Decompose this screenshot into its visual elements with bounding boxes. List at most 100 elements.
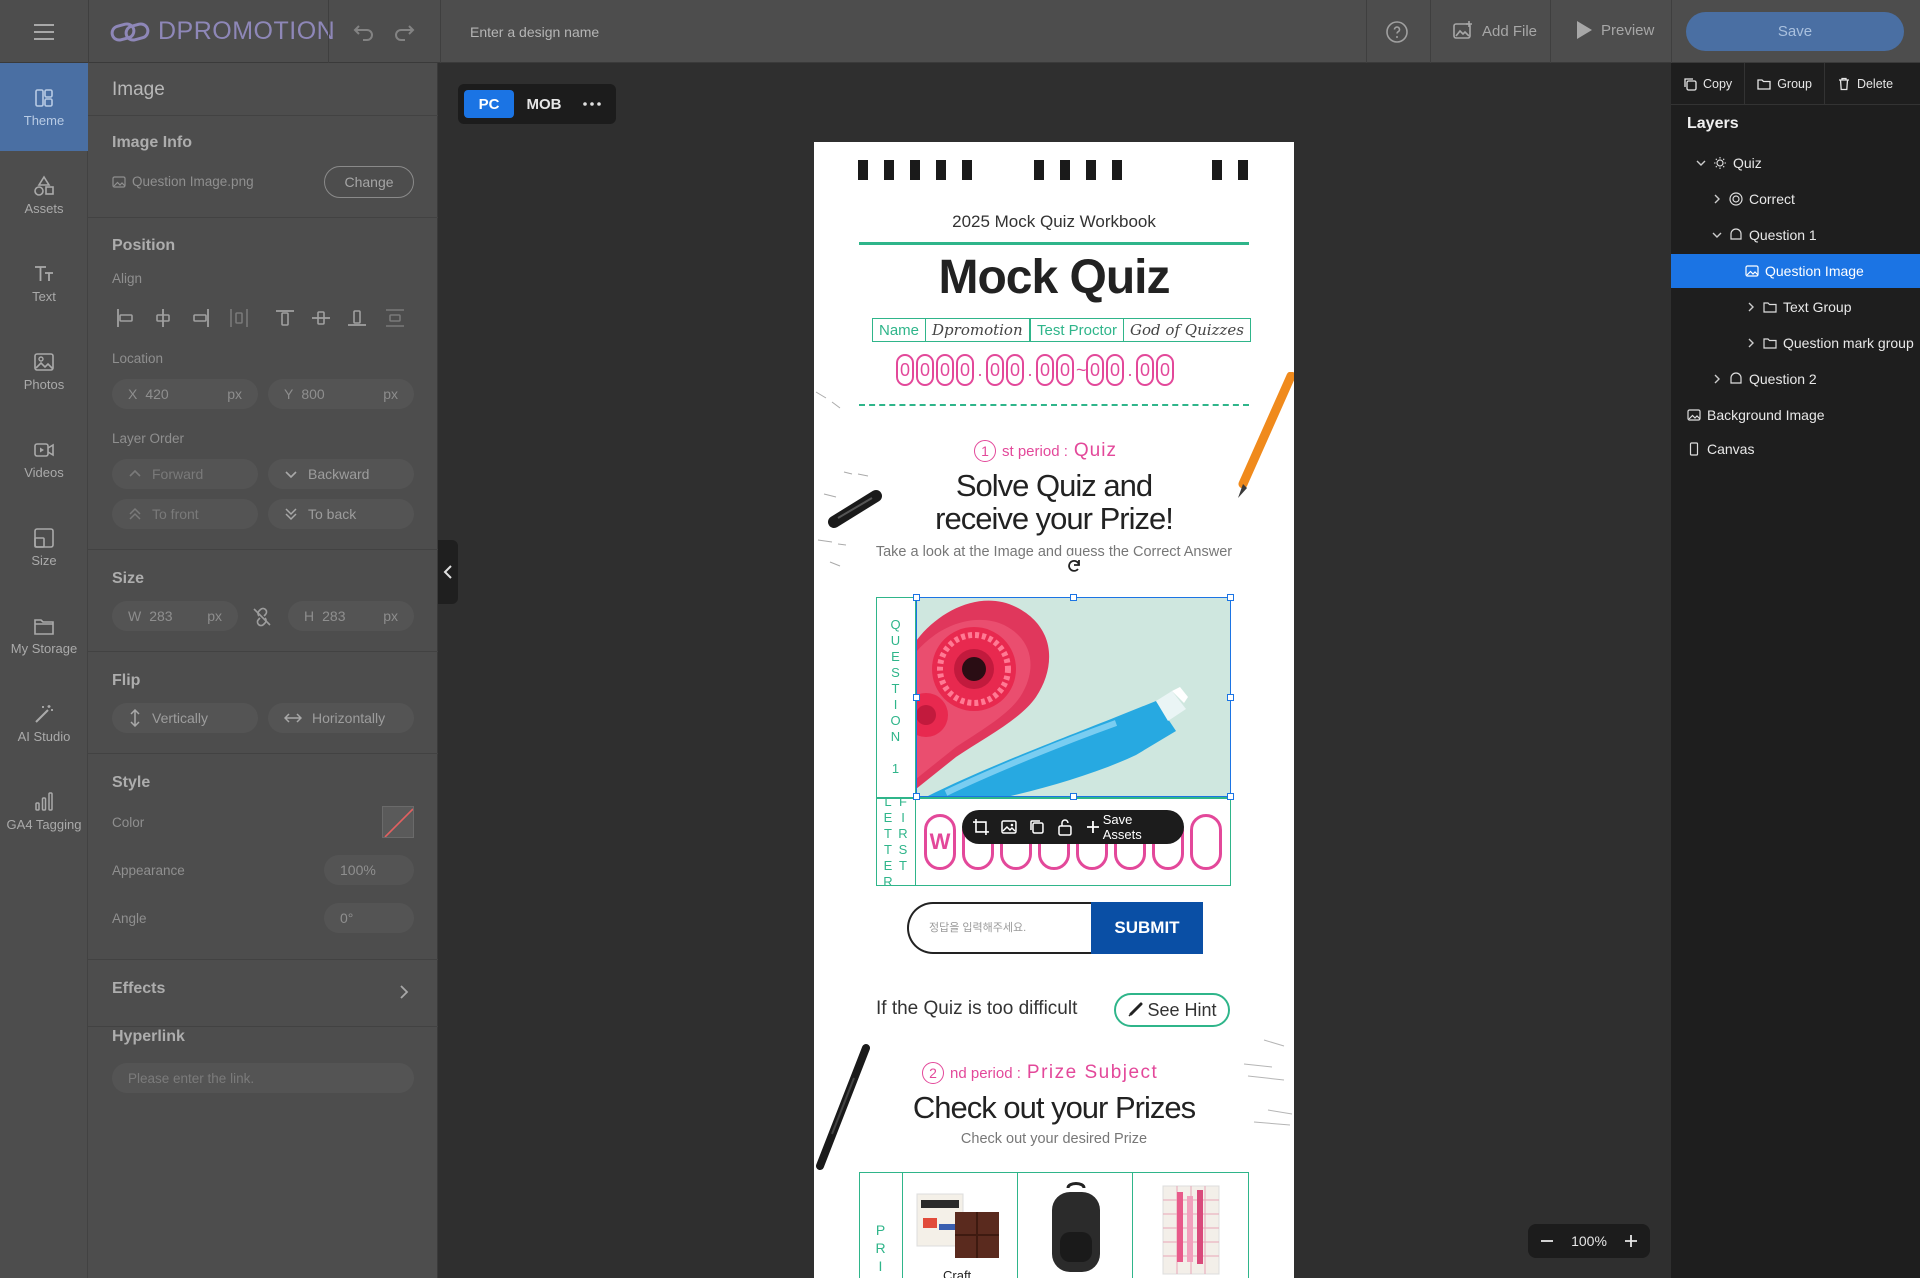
duplicate-icon[interactable] bbox=[1028, 818, 1046, 836]
submit-button[interactable]: SUBMIT bbox=[1091, 902, 1203, 954]
pc-view-button[interactable]: PC bbox=[464, 90, 514, 118]
change-image-button[interactable]: Change bbox=[324, 166, 414, 198]
width-field[interactable]: W 283 px bbox=[112, 601, 238, 631]
layer-item-quiz[interactable]: Quiz bbox=[1671, 146, 1920, 180]
to-front-button[interactable]: To front bbox=[112, 499, 258, 529]
mobile-view-button[interactable]: MOB bbox=[520, 90, 568, 118]
rail-item-ga4-tagging[interactable]: GA4 Tagging bbox=[0, 767, 88, 855]
distribute-horizontal-icon[interactable] bbox=[226, 305, 252, 331]
layer-item-text-group[interactable]: Text Group bbox=[1671, 290, 1920, 324]
design-name-input[interactable] bbox=[470, 16, 890, 48]
date-separator: . bbox=[1027, 359, 1033, 380]
group-button[interactable]: Group bbox=[1745, 62, 1825, 105]
layer-item-question-2[interactable]: Question 2 bbox=[1671, 362, 1920, 396]
folder-icon bbox=[1763, 302, 1777, 313]
logo[interactable]: DPROMOTION bbox=[110, 17, 335, 46]
chevron-down-icon[interactable] bbox=[1695, 157, 1707, 169]
save-assets-button[interactable]: Save Assets bbox=[1086, 812, 1174, 842]
resize-handle-e[interactable] bbox=[1227, 694, 1234, 701]
resize-handle-s[interactable] bbox=[1070, 793, 1077, 800]
backward-button[interactable]: Backward bbox=[268, 459, 414, 489]
rail-item-size[interactable]: Size bbox=[0, 503, 88, 591]
x-position-field[interactable]: X 420 px bbox=[112, 379, 258, 409]
resize-handle-nw[interactable] bbox=[913, 594, 920, 601]
align-middle-icon[interactable] bbox=[308, 305, 334, 331]
chevron-right-icon[interactable] bbox=[1711, 193, 1723, 205]
unlink-ratio-icon[interactable] bbox=[251, 606, 273, 628]
resize-handle-n[interactable] bbox=[1070, 594, 1077, 601]
answer-input[interactable] bbox=[907, 902, 1091, 954]
height-field[interactable]: H 283 px bbox=[288, 601, 414, 631]
chevron-right-icon[interactable] bbox=[1745, 337, 1757, 349]
resize-handle-w[interactable] bbox=[913, 694, 920, 701]
replace-image-icon[interactable] bbox=[1000, 818, 1018, 836]
rail-item-text[interactable]: Text bbox=[0, 239, 88, 327]
prize-cell-2[interactable] bbox=[1018, 1172, 1133, 1278]
layer-item-question-1[interactable]: Question 1 bbox=[1671, 218, 1920, 252]
layer-actions: Copy Group Delete bbox=[1671, 62, 1920, 105]
layer-item-background-image[interactable]: Background Image bbox=[1671, 398, 1920, 432]
date-digit-box: 0 bbox=[1136, 354, 1154, 386]
crop-icon[interactable] bbox=[972, 818, 990, 836]
angle-field[interactable]: 0° bbox=[324, 903, 414, 933]
preview-button[interactable]: Preview bbox=[1575, 20, 1654, 40]
prize-cell-3[interactable] bbox=[1133, 1172, 1249, 1278]
rail-label: Text bbox=[32, 288, 56, 304]
flip-horizontal-button[interactable]: Horizontally bbox=[268, 703, 414, 733]
rail-item-theme[interactable]: Theme bbox=[0, 63, 88, 151]
layer-item-question-image[interactable]: Question Image bbox=[1671, 254, 1920, 288]
resize-handle-se[interactable] bbox=[1227, 793, 1234, 800]
resize-handle-sw[interactable] bbox=[913, 793, 920, 800]
help-icon[interactable] bbox=[1385, 20, 1409, 44]
unlock-icon[interactable] bbox=[1056, 818, 1074, 836]
to-back-button[interactable]: To back bbox=[268, 499, 414, 529]
plus-icon bbox=[1086, 821, 1099, 833]
chevron-down-icon[interactable] bbox=[1711, 229, 1723, 241]
forward-button[interactable]: Forward bbox=[112, 459, 258, 489]
add-file-button[interactable]: Add File bbox=[1452, 20, 1537, 42]
layer-item-canvas[interactable]: Canvas bbox=[1671, 432, 1920, 466]
appearance-field[interactable]: 100% bbox=[324, 855, 414, 885]
collapse-panel-button[interactable] bbox=[438, 540, 458, 604]
rail-item-ai-studio[interactable]: AI Studio bbox=[0, 679, 88, 767]
layer-item-correct[interactable]: Correct bbox=[1671, 182, 1920, 216]
align-left-icon[interactable] bbox=[112, 305, 138, 331]
hyperlink-input[interactable] bbox=[112, 1063, 414, 1093]
y-position-field[interactable]: Y 800 px bbox=[268, 379, 414, 409]
chevron-right-icon[interactable] bbox=[1711, 373, 1723, 385]
align-center-horizontal-icon[interactable] bbox=[150, 305, 176, 331]
align-bottom-icon[interactable] bbox=[344, 305, 370, 331]
rail-item-videos[interactable]: Videos bbox=[0, 415, 88, 503]
chevron-right-icon[interactable] bbox=[1745, 301, 1757, 313]
canvas-page[interactable]: 2025 Mock Quiz Workbook Mock Quiz Name D… bbox=[814, 142, 1294, 1278]
copy-icon bbox=[1684, 77, 1697, 91]
rail-item-assets[interactable]: Assets bbox=[0, 151, 88, 239]
rotate-icon[interactable] bbox=[1063, 555, 1085, 577]
more-options-icon[interactable] bbox=[576, 90, 608, 118]
rail-item-my-storage[interactable]: My Storage bbox=[0, 591, 88, 679]
prize-1-label: Craft bbox=[943, 1268, 972, 1278]
color-swatch[interactable] bbox=[382, 806, 414, 838]
rail-item-photos[interactable]: Photos bbox=[0, 327, 88, 415]
effects-row[interactable]: Effects bbox=[88, 960, 438, 1026]
prize-cell-1[interactable]: Craft bbox=[903, 1172, 1018, 1278]
save-button[interactable]: Save bbox=[1686, 12, 1904, 51]
see-hint-button[interactable]: See Hint bbox=[1114, 993, 1230, 1027]
zoom-in-icon[interactable] bbox=[1622, 1232, 1640, 1250]
align-top-icon[interactable] bbox=[272, 305, 298, 331]
add-file-label: Add File bbox=[1482, 22, 1538, 40]
folder-icon bbox=[1757, 78, 1771, 90]
distribute-vertical-icon[interactable] bbox=[382, 305, 408, 331]
align-right-icon[interactable] bbox=[188, 305, 214, 331]
menu-icon[interactable] bbox=[28, 20, 60, 44]
save-assets-label: Save Assets bbox=[1102, 812, 1142, 842]
undo-icon[interactable] bbox=[350, 20, 378, 44]
logo-text: DPROMOTION bbox=[158, 17, 336, 45]
layer-item-question-mark-group[interactable]: Question mark group bbox=[1671, 326, 1920, 360]
zoom-out-icon[interactable] bbox=[1538, 1232, 1556, 1250]
delete-button[interactable]: Delete bbox=[1825, 63, 1905, 105]
redo-icon[interactable] bbox=[390, 20, 418, 44]
copy-button[interactable]: Copy bbox=[1671, 62, 1746, 105]
flip-vertical-button[interactable]: Vertically bbox=[112, 703, 258, 733]
resize-handle-ne[interactable] bbox=[1227, 594, 1234, 601]
